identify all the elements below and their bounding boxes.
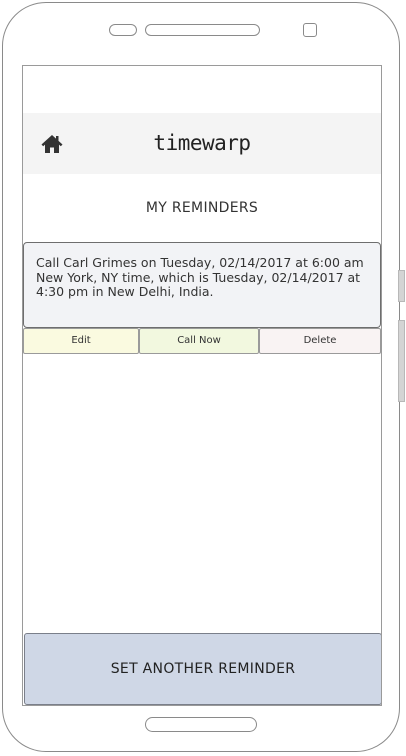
app-title: timewarp	[153, 131, 251, 155]
power-button	[398, 320, 405, 402]
front-camera	[303, 23, 317, 37]
delete-button[interactable]: Delete	[259, 328, 381, 354]
reminder-text: Call Carl Grimes on Tuesday, 02/14/2017 …	[36, 255, 364, 299]
page-title: MY REMINDERS	[145, 200, 259, 216]
sensor	[109, 24, 137, 36]
reminder-card: Call Carl Grimes on Tuesday, 02/14/2017 …	[23, 242, 381, 328]
edit-button[interactable]: Edit	[23, 328, 139, 354]
app-header: timewarp	[23, 113, 381, 174]
volume-button	[398, 270, 405, 302]
home-hardware-button[interactable]	[145, 717, 257, 732]
call-now-button[interactable]: Call Now	[139, 328, 259, 354]
earpiece-speaker	[145, 24, 260, 36]
set-another-reminder-button[interactable]: SET ANOTHER REMINDER	[24, 633, 381, 705]
app-screen: timewarp MY REMINDERS Call Carl Grimes o…	[22, 65, 382, 706]
reminder-actions: Edit Call Now Delete	[23, 328, 381, 354]
